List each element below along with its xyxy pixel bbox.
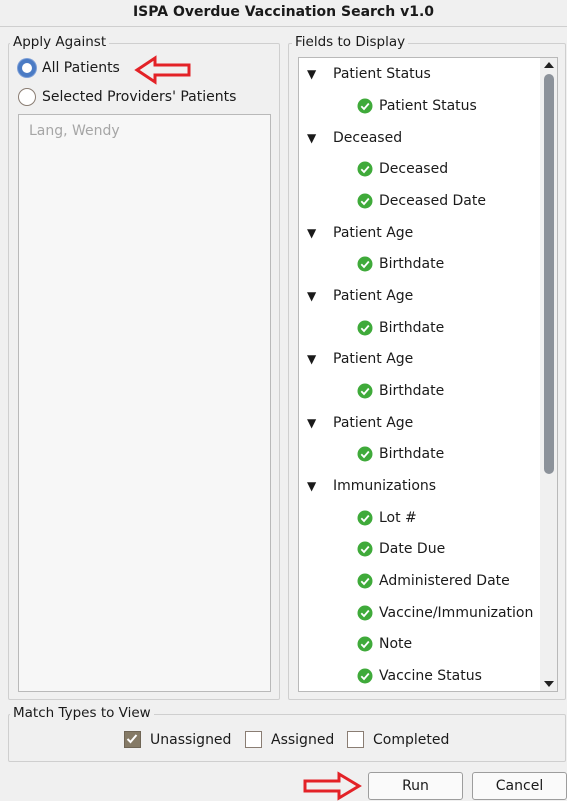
red-arrow-right-icon xyxy=(303,771,362,801)
check-circle-icon xyxy=(357,256,373,272)
tree-field-birthdate[interactable]: Birthdate xyxy=(357,320,444,336)
tree-group-label: Patient Age xyxy=(333,415,414,431)
tree-field-label: Birthdate xyxy=(379,256,445,272)
tree-group-patient-age[interactable]: ▼ Patient Age xyxy=(307,415,413,431)
providers-list[interactable]: Lang, Wendy xyxy=(18,114,271,692)
tree-field-birthdate[interactable]: Birthdate xyxy=(357,383,444,399)
tree-group-patient-age[interactable]: ▼ Patient Age xyxy=(307,225,413,241)
check-circle-icon xyxy=(357,383,373,399)
checkbox-assigned-label: Assigned xyxy=(271,731,335,748)
tree-field-label: Deceased Date xyxy=(379,193,486,209)
scroll-down-icon[interactable] xyxy=(544,681,554,687)
check-circle-icon xyxy=(357,98,373,114)
tree-field-deceased-date[interactable]: Deceased Date xyxy=(357,193,486,209)
triangle-down-icon[interactable]: ▼ xyxy=(307,131,321,145)
fields-scrollbar[interactable] xyxy=(540,58,557,691)
tree-field-label: Birthdate xyxy=(379,383,445,399)
tree-group-label: Patient Status xyxy=(333,66,431,82)
tree-field-deceased[interactable]: Deceased xyxy=(357,161,448,177)
radio-selected-providers-label: Selected Providers' Patients xyxy=(42,89,237,105)
tree-group-label: Patient Age xyxy=(333,351,414,367)
check-circle-icon xyxy=(357,161,373,177)
tree-field-administered-date[interactable]: Administered Date xyxy=(357,573,510,589)
tree-field-date-due[interactable]: Date Due xyxy=(357,541,445,557)
run-button[interactable]: Run xyxy=(368,772,463,800)
cancel-button[interactable]: Cancel xyxy=(472,772,567,800)
radio-selected-providers[interactable]: Selected Providers' Patients xyxy=(18,88,236,106)
triangle-down-icon[interactable]: ▼ xyxy=(307,352,321,366)
triangle-down-icon[interactable]: ▼ xyxy=(307,416,321,430)
tree-field-lot[interactable]: Lot # xyxy=(357,510,417,526)
checkbox-completed-label: Completed xyxy=(373,731,450,748)
check-circle-icon xyxy=(357,193,373,209)
red-arrow-left-icon xyxy=(134,55,191,85)
check-circle-icon xyxy=(357,541,373,557)
tree-field-label: Administered Date xyxy=(379,573,510,589)
check-circle-icon xyxy=(357,605,373,621)
tree-field-birthdate[interactable]: Birthdate xyxy=(357,446,444,462)
radio-selected-providers-indicator[interactable] xyxy=(18,88,36,106)
tree-field-label: Deceased xyxy=(379,161,449,177)
check-circle-icon xyxy=(357,668,373,684)
title-divider xyxy=(0,26,567,27)
tree-field-label: Lot # xyxy=(379,510,417,526)
check-circle-icon xyxy=(357,573,373,589)
scroll-thumb[interactable] xyxy=(544,74,554,474)
window-title: ISPA Overdue Vaccination Search v1.0 xyxy=(132,4,435,20)
tree-group-label: Deceased xyxy=(333,130,403,146)
triangle-down-icon[interactable]: ▼ xyxy=(307,289,321,303)
tree-group-patient-age[interactable]: ▼ Patient Age xyxy=(307,351,413,367)
tree-field-label: Vaccine Status xyxy=(379,668,482,684)
match-types-label: Match Types to View xyxy=(10,705,154,721)
checkbox-unassigned-box[interactable] xyxy=(124,731,141,748)
apply-against-label: Apply Against xyxy=(10,34,110,50)
checkmark-icon xyxy=(126,734,138,744)
tree-field-label: Date Due xyxy=(379,541,446,557)
triangle-down-icon[interactable]: ▼ xyxy=(307,226,321,240)
triangle-down-icon[interactable]: ▼ xyxy=(307,479,321,493)
tree-field-vaccine-status[interactable]: Vaccine Status xyxy=(357,668,482,684)
checkbox-unassigned-label: Unassigned xyxy=(150,731,232,748)
check-circle-icon xyxy=(357,636,373,652)
tree-group-patient-age[interactable]: ▼ Patient Age xyxy=(307,288,413,304)
tree-group-label: Immunizations xyxy=(333,478,437,494)
tree-field-label: Birthdate xyxy=(379,446,445,462)
tree-group-deceased[interactable]: ▼ Deceased xyxy=(307,130,402,146)
triangle-down-icon[interactable]: ▼ xyxy=(307,67,321,81)
tree-field-label: Vaccine/Immunization xyxy=(379,605,534,621)
radio-all-patients[interactable]: All Patients xyxy=(18,59,120,77)
checkbox-assigned-box[interactable] xyxy=(245,731,262,748)
radio-all-patients-label: All Patients xyxy=(42,60,120,76)
fields-label: Fields to Display xyxy=(292,34,409,50)
tree-group-immunizations[interactable]: ▼ Immunizations xyxy=(307,478,436,494)
checkbox-assigned[interactable]: Assigned xyxy=(245,731,334,748)
check-circle-icon xyxy=(357,446,373,462)
tree-field-label: Birthdate xyxy=(379,320,445,336)
checkbox-completed-box[interactable] xyxy=(347,731,364,748)
list-item[interactable]: Lang, Wendy xyxy=(29,123,120,139)
tree-field-label: Patient Status xyxy=(379,98,477,114)
checkbox-completed[interactable]: Completed xyxy=(347,731,449,748)
tree-field-note[interactable]: Note xyxy=(357,636,412,652)
tree-field-vaccine-immunization[interactable]: Vaccine/Immunization xyxy=(357,605,533,621)
check-circle-icon xyxy=(357,320,373,336)
checkbox-unassigned[interactable]: Unassigned xyxy=(124,731,231,748)
tree-group-patient-status[interactable]: ▼ Patient Status xyxy=(307,66,431,82)
tree-group-label: Patient Age xyxy=(333,288,414,304)
fields-tree[interactable]: ▼ Patient Status Patient Status ▼ Deceas… xyxy=(298,57,558,692)
radio-all-patients-indicator[interactable] xyxy=(18,59,36,77)
tree-field-patient-status[interactable]: Patient Status xyxy=(357,98,477,114)
tree-group-label: Patient Age xyxy=(333,225,414,241)
scroll-up-icon[interactable] xyxy=(544,62,554,68)
tree-field-birthdate[interactable]: Birthdate xyxy=(357,256,444,272)
check-circle-icon xyxy=(357,510,373,526)
tree-field-label: Note xyxy=(379,636,413,652)
